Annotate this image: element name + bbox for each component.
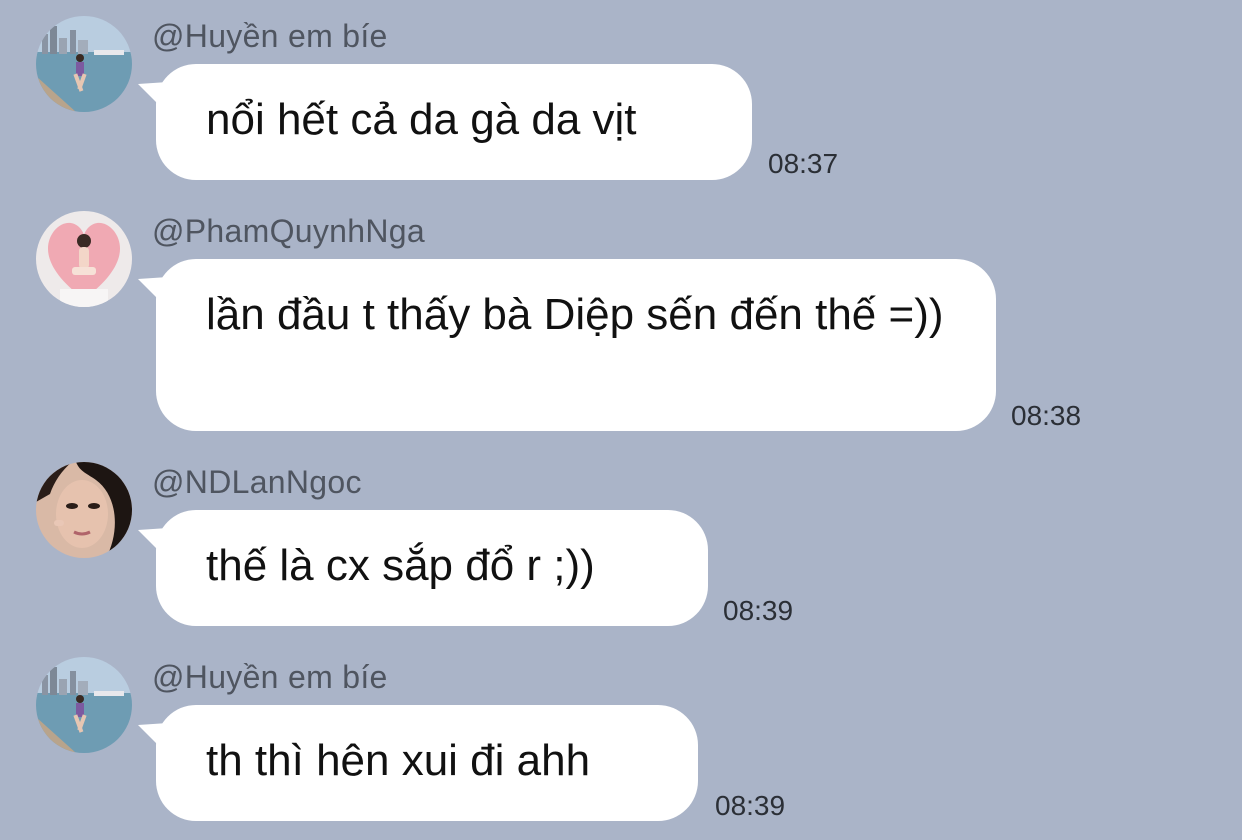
message-time: 08:38 <box>1011 400 1082 431</box>
avatar[interactable] <box>36 657 132 753</box>
message-text: thế là cx sắp đổ r ;)) <box>206 541 595 590</box>
sender-name: @NDLanNgoc <box>152 464 362 500</box>
sender-name: @PhamQuynhNga <box>152 213 425 249</box>
message-time: 08:39 <box>723 595 794 626</box>
city-harbor-avatar-icon <box>36 657 132 753</box>
message-text: th thì hên xui đi ahh <box>206 736 591 785</box>
portrait-avatar-icon <box>36 462 132 558</box>
avatar[interactable] <box>36 16 132 112</box>
message-bubble[interactable]: lần đầu t thấy bà Diệp sến đến thế =)) <box>156 259 996 431</box>
message-bubble[interactable]: nổi hết cả da gà da vịt <box>156 64 752 180</box>
sender-name: @Huyền em bíe <box>152 18 388 54</box>
avatar[interactable] <box>36 211 132 307</box>
message-text: nổi hết cả da gà da vịt <box>206 95 637 144</box>
message-bubble[interactable]: th thì hên xui đi ahh <box>156 705 698 821</box>
message-time: 08:37 <box>768 148 839 179</box>
chat-message-list[interactable]: @Huyền em bíe nổi hết cả da gà da vịt 08… <box>0 0 1242 840</box>
heart-portrait-avatar-icon <box>36 211 132 307</box>
sender-name: @Huyền em bíe <box>152 659 388 695</box>
city-harbor-avatar-icon <box>36 16 132 112</box>
message-text: lần đầu t thấy bà Diệp sến đến thế =)) <box>206 290 944 339</box>
message-time: 08:39 <box>715 790 786 821</box>
message-bubble[interactable]: thế là cx sắp đổ r ;)) <box>156 510 708 626</box>
avatar[interactable] <box>36 462 132 558</box>
